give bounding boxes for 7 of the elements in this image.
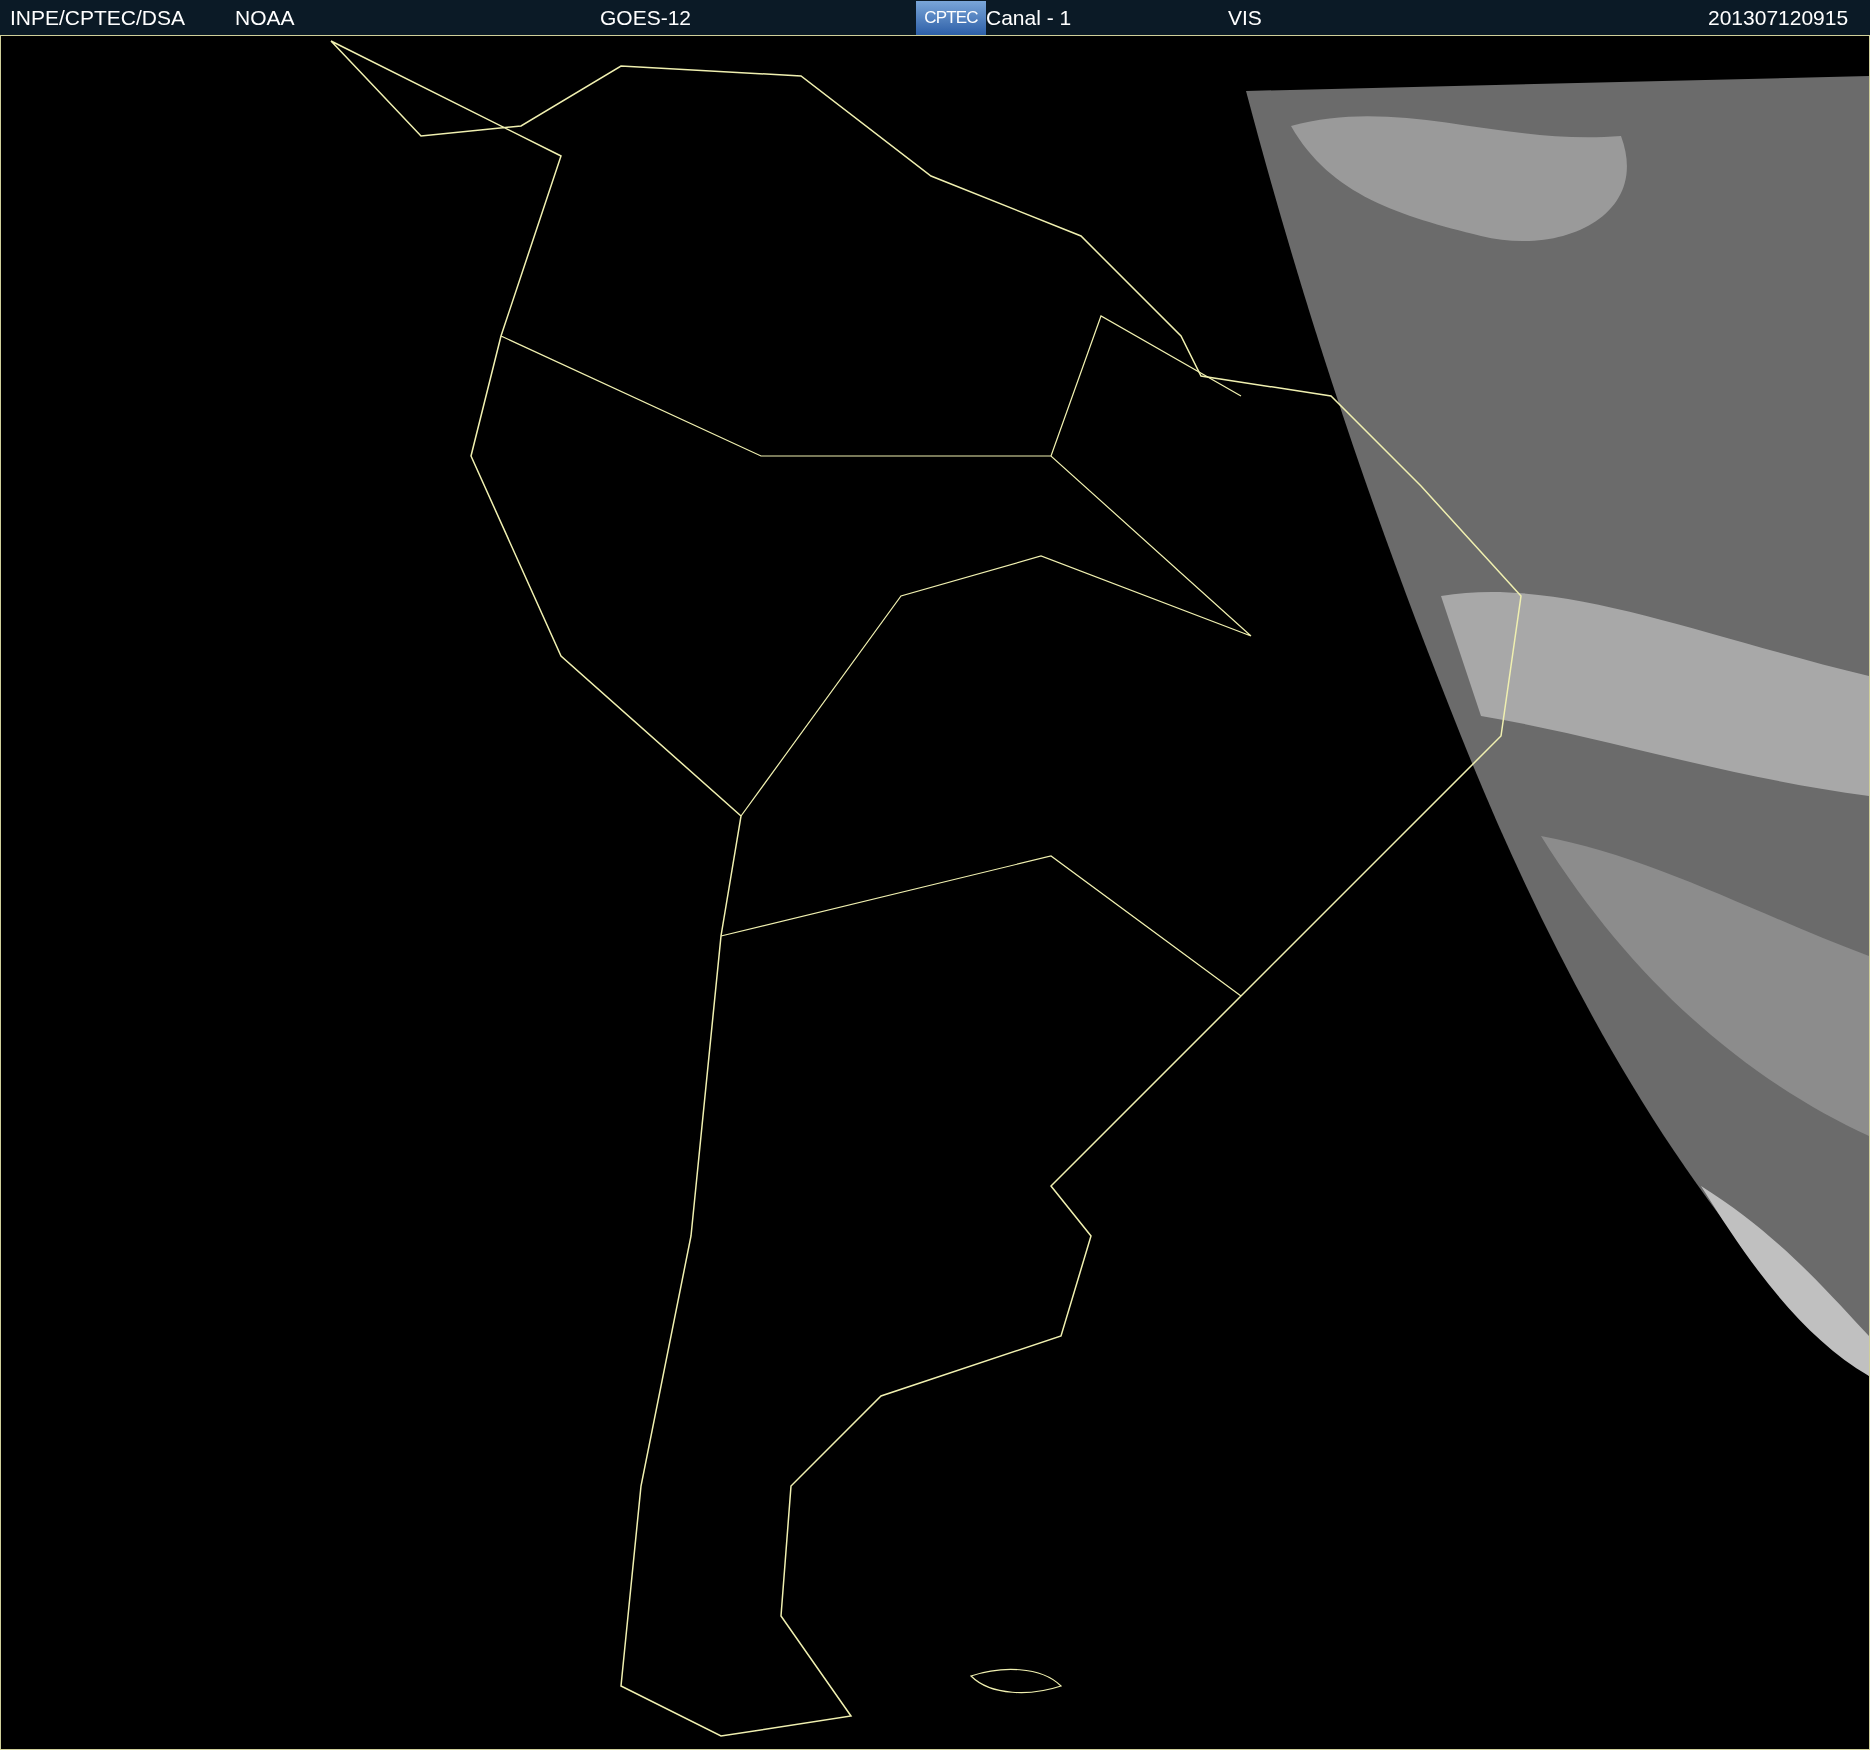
header-label: GOES-12 bbox=[600, 4, 693, 31]
header-label: NOAA bbox=[235, 4, 296, 31]
header-label: VIS bbox=[1228, 4, 1263, 31]
logo: CPTEC bbox=[916, 0, 986, 35]
header-label: INPE/CPTEC/DSA bbox=[9, 4, 187, 31]
header-label: 201307120915 bbox=[1708, 4, 1850, 31]
header-label: Canal - 1 bbox=[986, 4, 1073, 31]
